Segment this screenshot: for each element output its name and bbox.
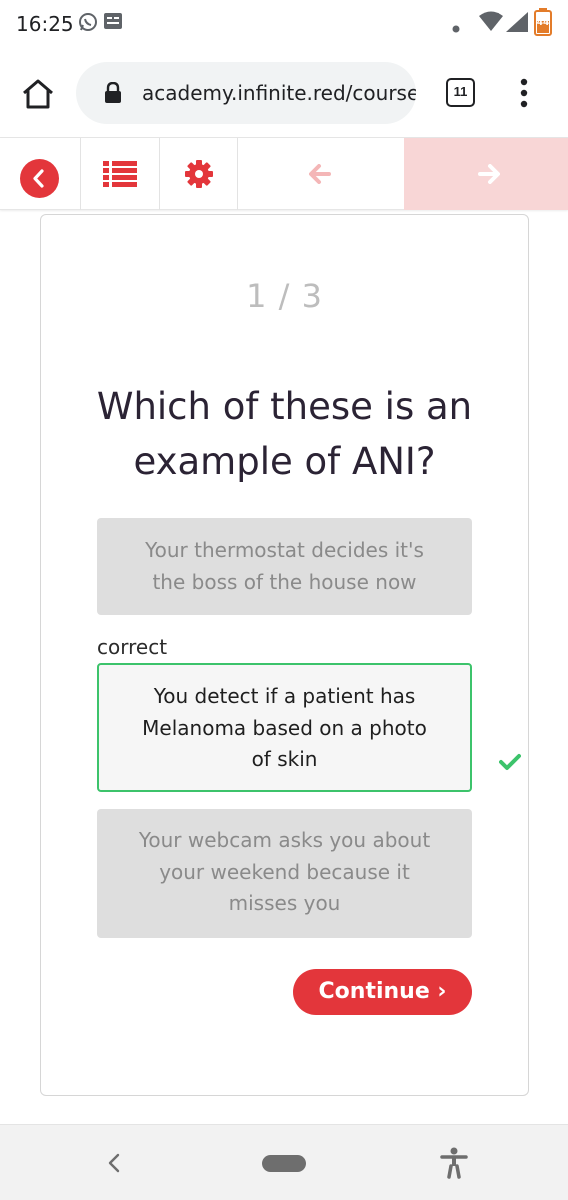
quiz-progress: 1 / 3	[246, 277, 323, 315]
settings-button[interactable]	[159, 138, 237, 210]
tab-switcher-button[interactable]: 11	[446, 78, 475, 107]
answer-option-2[interactable]: You detect if a patient has Melanoma bas…	[97, 663, 472, 792]
lock-icon	[104, 81, 122, 109]
home-icon	[23, 79, 53, 109]
answer-text: Your thermostat decides it's the boss of…	[145, 538, 424, 594]
menu-icon[interactable]	[514, 78, 534, 108]
answer-option-1[interactable]: Your thermostat decides it's the boss of…	[97, 518, 472, 615]
question-line: Which of these is an example of ANI?	[96, 385, 473, 483]
check-icon	[499, 753, 521, 776]
home-button[interactable]	[20, 76, 56, 112]
answer-option-3[interactable]: Your webcam asks you about your weekend …	[97, 809, 472, 938]
answer-text: Your webcam asks you about your weekend …	[138, 828, 431, 915]
previous-button[interactable]	[237, 138, 404, 210]
android-nav-bar	[0, 1124, 568, 1200]
wifi-icon: x	[478, 10, 504, 37]
arrow-right-icon	[478, 164, 500, 184]
signal-icon	[506, 12, 528, 37]
battery-level: 44	[536, 18, 550, 28]
continue-button[interactable]: Continue ›	[293, 969, 472, 1015]
accessibility-icon[interactable]	[440, 1147, 468, 1184]
status-bar: 16:25 x 44	[0, 0, 568, 48]
chevron-left-icon	[33, 169, 44, 188]
status-time: 16:25	[16, 12, 74, 36]
gboard-icon	[103, 12, 123, 35]
quiz-card: 1 / 3 Which of these is an example of AN…	[40, 214, 529, 1096]
back-circle	[20, 159, 59, 198]
svg-text:x: x	[494, 11, 500, 21]
browser-toolbar: academy.infinite.red/courses 11	[0, 48, 568, 138]
dot-icon	[452, 20, 460, 38]
answer-text: You detect if a patient has Melanoma bas…	[142, 684, 427, 771]
course-toolbar	[0, 138, 568, 210]
url-text: academy.infinite.red/courses	[142, 81, 416, 105]
correct-label: correct	[97, 635, 168, 659]
nav-back-icon[interactable]	[104, 1151, 124, 1180]
whatsapp-icon	[78, 12, 98, 37]
url-bar[interactable]: academy.infinite.red/courses	[76, 62, 416, 124]
back-button[interactable]	[0, 138, 80, 210]
list-icon	[103, 161, 137, 187]
nav-home-pill[interactable]	[262, 1155, 306, 1172]
gear-icon	[185, 160, 213, 188]
next-button[interactable]	[404, 138, 568, 210]
question-text: Which of these is an example of ANI?	[41, 379, 528, 489]
arrow-left-icon	[309, 164, 331, 184]
lesson-list-button[interactable]	[80, 138, 159, 210]
